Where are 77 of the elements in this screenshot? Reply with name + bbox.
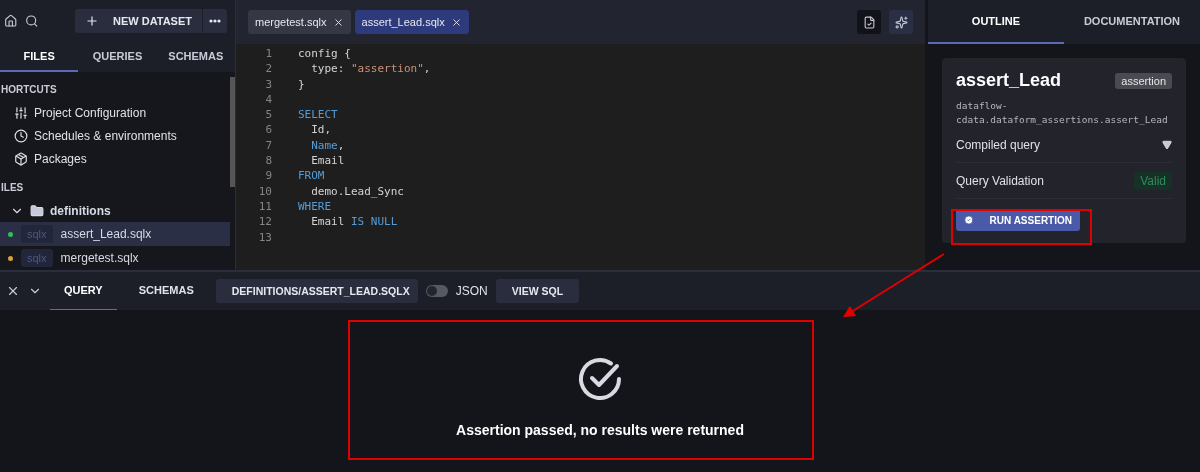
sidebar-tab[interactable]: FILES: [0, 41, 79, 73]
type-badge: assertion: [1115, 72, 1172, 89]
new-dataset-button[interactable]: NEW DATASET: [74, 8, 202, 33]
run-assertion-button[interactable]: RUN ASSERTION: [956, 209, 1080, 231]
code-line: Id,: [310, 122, 333, 138]
section-title: HORTCUTS: [1, 84, 58, 96]
code-line: Email: [310, 153, 346, 169]
code-line: SELECT: [298, 107, 339, 123]
line-number: 5: [264, 107, 272, 123]
query-tab[interactable]: SCHEMAS: [124, 271, 208, 311]
editor-tab[interactable]: assert_Lead.sqlx: [354, 10, 469, 34]
code-line: WHERE: [298, 198, 333, 215]
sidebar-tab[interactable]: QUERIES: [78, 41, 157, 73]
clock-icon: [14, 128, 28, 143]
file-select[interactable]: DEFINITIONS/ASSERT_LEAD.SQLX: [215, 279, 418, 303]
toggle-label: JSON: [455, 284, 488, 298]
sparkle-button[interactable]: [889, 10, 913, 34]
validation-label: Query Validation: [956, 173, 1044, 188]
more-button[interactable]: [202, 8, 227, 33]
file-name: assert_Lead.sqlx: [60, 227, 152, 242]
line-number: 6: [264, 122, 272, 138]
folder-icon: [30, 203, 44, 218]
ellipsis-icon: [209, 18, 221, 23]
panel-tab[interactable]: DOCUMENTATION: [1064, 0, 1200, 44]
search-icon[interactable]: [25, 12, 39, 29]
line-number: 11: [257, 198, 272, 215]
file-check-button[interactable]: [857, 10, 881, 34]
close-icon[interactable]: [450, 16, 462, 28]
shortcut-link[interactable]: Project Configuration: [34, 105, 147, 120]
code-line: demo.Lead_Sync: [310, 183, 405, 199]
dataset-name: assert_Lead: [956, 70, 1062, 91]
section-title: ILES: [1, 182, 25, 194]
home-icon[interactable]: [4, 12, 18, 29]
plus-icon: [84, 13, 99, 28]
json-toggle[interactable]: [425, 285, 448, 297]
toggle-knob: [426, 286, 437, 296]
compiled-query-label[interactable]: Compiled query: [956, 137, 1041, 152]
line-number: 4: [264, 91, 272, 108]
line-number: 8: [264, 153, 272, 169]
result-message: Assertion passed, no results were returned: [456, 422, 744, 438]
code-line: }: [298, 76, 306, 92]
shortcut-link[interactable]: Packages: [34, 151, 87, 166]
file-type-tag: sqlx: [21, 249, 53, 268]
sliders-icon: [14, 105, 28, 120]
line-number: 7: [264, 137, 272, 154]
line-number: 10: [257, 183, 272, 199]
line-number: 2: [264, 61, 272, 77]
line-number: 9: [264, 168, 272, 184]
line-number: 12: [257, 214, 272, 230]
sidebar-tab[interactable]: SCHEMAS: [156, 41, 235, 73]
code-line: Email IS NULL: [310, 214, 399, 230]
code-line: FROM: [298, 168, 326, 184]
shortcut-link[interactable]: Schedules & environments: [34, 128, 177, 143]
file-type-tag: sqlx: [21, 225, 53, 244]
editor-tab[interactable]: mergetest.sqlx: [248, 10, 351, 34]
panel-tab[interactable]: OUTLINE: [928, 0, 1064, 44]
file-row[interactable]: sqlx assert_Lead.sqlx: [0, 222, 230, 247]
sparkle-icon: [894, 15, 908, 29]
close-icon[interactable]: [6, 284, 20, 298]
file-row[interactable]: sqlx mergetest.sqlx: [0, 246, 230, 270]
line-number: 13: [257, 229, 272, 245]
code-line: Name,: [310, 137, 346, 154]
folder-label[interactable]: definitions: [50, 203, 111, 218]
caret-icon[interactable]: [1162, 139, 1172, 150]
line-number: 3: [264, 76, 272, 92]
check-icon: [964, 213, 974, 227]
valid-badge: Valid: [1134, 171, 1172, 190]
package-icon: [14, 151, 28, 166]
close-icon[interactable]: [332, 16, 344, 28]
file-name: mergetest.sqlx: [60, 251, 139, 266]
code-line: config {: [298, 46, 352, 62]
file-check-icon: [862, 15, 876, 29]
scrollbar-thumb[interactable]: [230, 77, 235, 187]
view-sql-button[interactable]: VIEW SQL: [495, 279, 580, 303]
table-path: dataflow- cdata.dataform_assertions.assert_Lead: [956, 99, 1169, 127]
line-number: 1: [264, 46, 272, 62]
code-line: type: "assertion",: [310, 61, 431, 77]
